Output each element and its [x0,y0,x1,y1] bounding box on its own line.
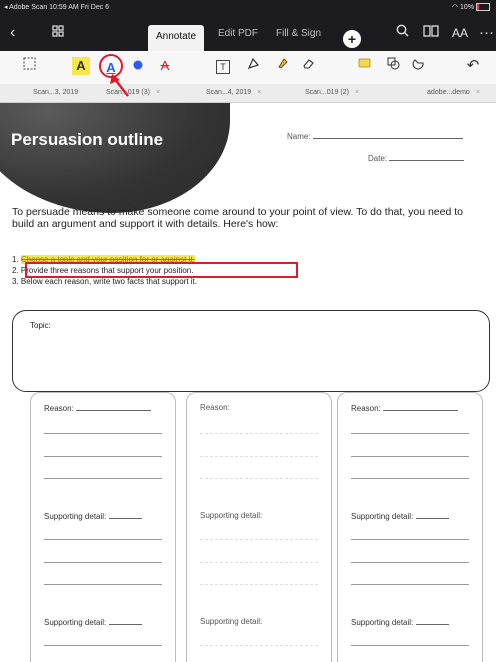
pointer-arrow-annotation [110,74,129,97]
